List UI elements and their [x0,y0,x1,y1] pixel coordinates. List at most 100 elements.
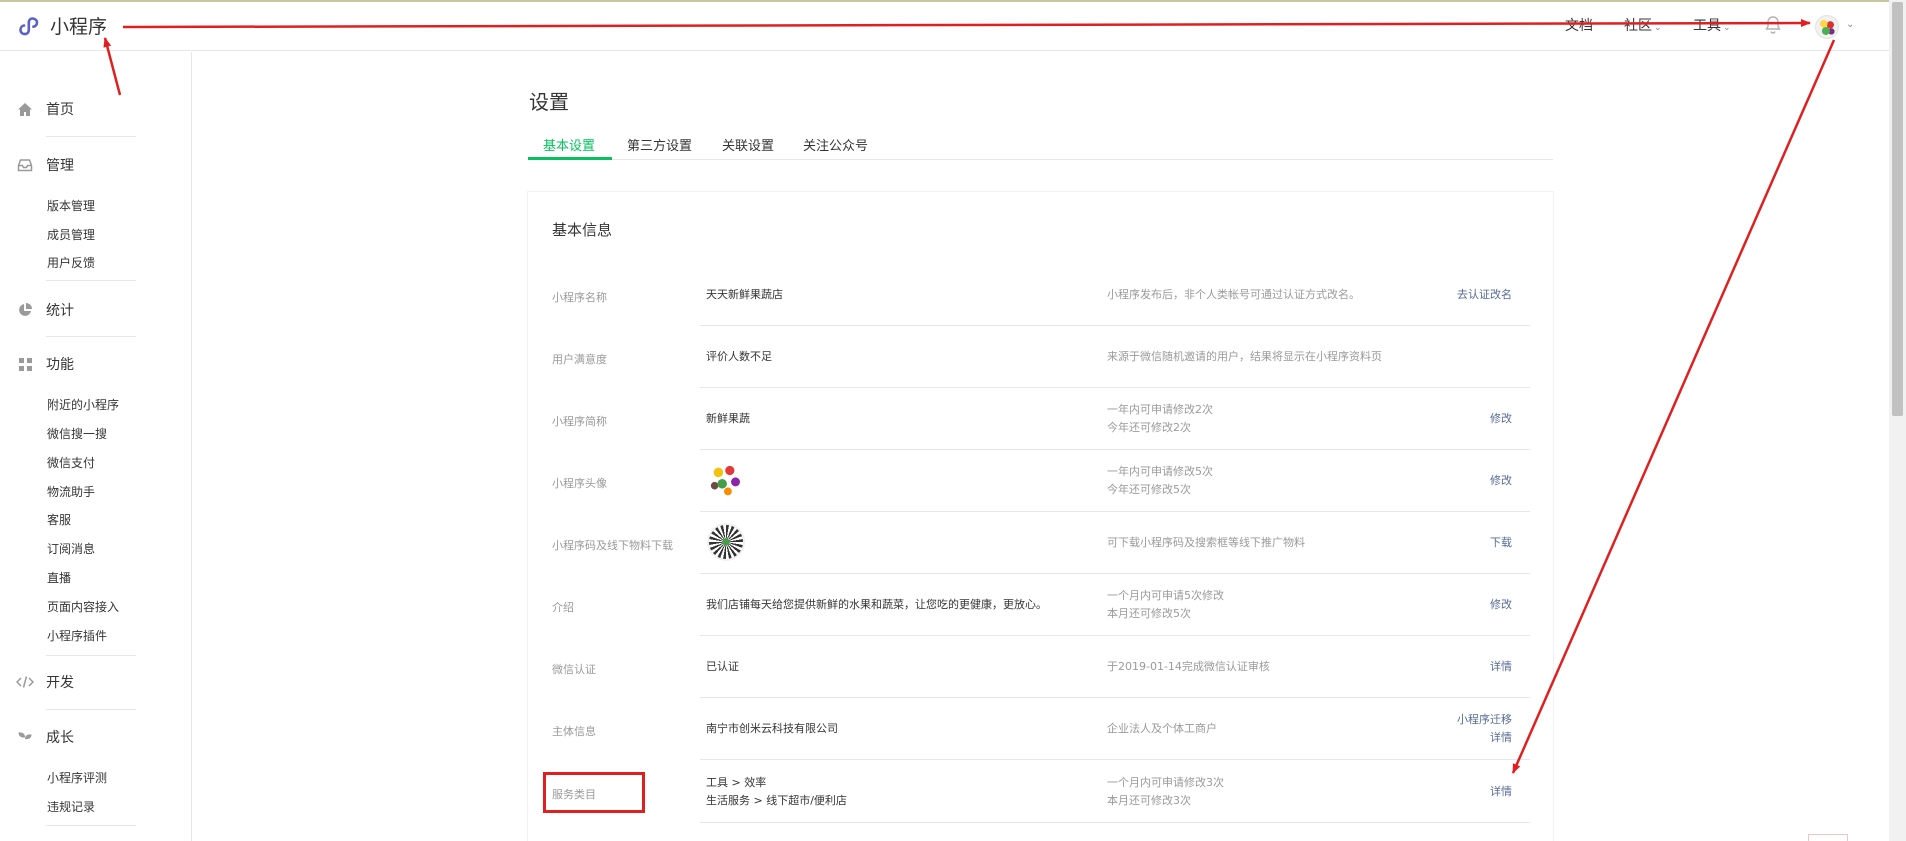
chevron-down-icon[interactable]: ⌄ [1846,19,1854,30]
nav-tools[interactable]: 工具 ⌄ [1693,15,1731,35]
row-divider [700,449,1530,450]
sidebar-item-version[interactable]: 版本管理 [47,197,95,214]
sidebar-item-evaluation[interactable]: 小程序评测 [47,769,107,786]
sidebar-item-nearby[interactable]: 附近的小程序 [47,396,119,413]
row-label-entity: 主体信息 [552,725,596,738]
sidebar-item-violations[interactable]: 违规记录 [47,798,95,815]
certify-rename-link[interactable]: 去认证改名 [1457,286,1512,304]
row-tip2-category: 本月还可修改3次 [1107,794,1191,807]
grid-icon [16,355,34,373]
corner-mark [1808,834,1848,841]
basic-info-card [528,192,1553,841]
sidebar-item-growth[interactable]: 成长 [0,722,192,752]
row-label-name: 小程序名称 [552,291,607,304]
sidebar-item-home[interactable]: 首页 [0,94,192,124]
row-value-entity: 南宁市创米云科技有限公司 [706,722,838,735]
row-divider [700,325,1530,326]
sidebar-divider [46,136,136,137]
edit-intro-link[interactable]: 修改 [1490,596,1512,614]
sidebar-item-subscribe[interactable]: 订阅消息 [47,540,95,557]
row-tip-qrcode: 可下载小程序码及搜索框等线下推广物料 [1107,536,1305,549]
code-icon [16,673,34,691]
row-divider [700,697,1530,698]
edit-short-name-link[interactable]: 修改 [1490,410,1512,428]
row-label-qrcode: 小程序码及线下物料下载 [552,539,673,552]
entity-details-link[interactable]: 详情 [1490,729,1512,747]
edit-avatar-link[interactable]: 修改 [1490,472,1512,490]
sidebar-divider [46,655,136,656]
sidebar-item-label: 功能 [46,357,74,373]
annotation-highlight-box [543,772,645,813]
sidebar-item-label: 成长 [46,730,74,746]
sidebar-item-feedback[interactable]: 用户反馈 [47,254,95,271]
row-tip-name: 小程序发布后，非个人类帐号可通过认证方式改名。 [1107,288,1360,301]
user-avatar[interactable] [1815,15,1839,39]
row-label-certification: 微信认证 [552,663,596,676]
scrollbar-thumb[interactable] [1892,2,1903,416]
sidebar-item-pay[interactable]: 微信支付 [47,454,95,471]
basic-info-title: 基本信息 [552,221,613,239]
row-label-avatar: 小程序头像 [552,477,607,490]
row-label-satisfaction: 用户满意度 [552,353,607,366]
sidebar-item-content[interactable]: 页面内容接入 [47,598,119,615]
category-details-link[interactable]: 详情 [1490,783,1512,801]
row-tip-intro: 一个月内可申请5次修改 [1107,589,1224,602]
row-divider [700,822,1530,823]
sidebar-item-manage[interactable]: 管理 [0,150,192,180]
active-tab-indicator [528,157,612,160]
download-link[interactable]: 下载 [1490,534,1512,552]
row-tip-category: 一个月内可申请修改3次 [1107,776,1224,789]
settings-tabs: 基本设置 第三方设置 关联设置 关注公众号 [528,128,1553,160]
row-divider [700,635,1530,636]
chevron-down-icon: ⌄ [1723,23,1731,33]
sidebar-item-members[interactable]: 成员管理 [47,226,95,243]
home-icon [16,100,34,118]
sidebar-item-label: 统计 [46,303,74,319]
chevron-down-icon: ⌄ [1654,23,1662,33]
row-value-category: 工具 > 效率 [706,776,767,789]
row-tip2-intro: 本月还可修改5次 [1107,607,1191,620]
bell-icon[interactable] [1764,15,1782,35]
certification-details-link[interactable]: 详情 [1490,658,1512,676]
sidebar-divider [46,280,136,281]
row-divider [700,759,1530,760]
tab-basic-settings[interactable]: 基本设置 [543,135,595,154]
nav-community-label: 社区 [1624,18,1652,34]
row-label-intro: 介绍 [552,601,574,614]
sidebar-divider [46,336,136,337]
row-tip-avatar: 一年内可申请修改5次 [1107,465,1213,478]
fruit-avatar-image [707,461,745,499]
sidebar-item-live[interactable]: 直播 [47,569,71,586]
row-divider [700,573,1530,574]
top-border-line [0,0,1906,2]
row-value-certification: 已认证 [706,660,739,673]
sidebar-item-plugin[interactable]: 小程序插件 [47,627,107,644]
sidebar-item-stats[interactable]: 统计 [0,295,192,325]
row-tip2-avatar: 今年还可修改5次 [1107,483,1191,496]
row-tip-certification: 于2019-01-14完成微信认证审核 [1107,660,1270,673]
top-bar: 小程序 文档 社区 ⌄ 工具 ⌄ ⌄ [0,0,1906,51]
nav-tools-label: 工具 [1693,18,1721,34]
sidebar-item-logistics[interactable]: 物流助手 [47,483,95,500]
row-value-satisfaction: 评价人数不足 [706,350,772,363]
tab-association-settings[interactable]: 关联设置 [722,135,774,154]
app-logo[interactable]: 小程序 [16,12,107,39]
sprout-icon [16,728,34,746]
row-value-short-name: 新鲜果蔬 [706,412,750,425]
tab-follow-official-account[interactable]: 关注公众号 [803,135,868,154]
sidebar-item-search[interactable]: 微信搜一搜 [47,425,107,442]
row-tip-entity: 企业法人及个体工商户 [1107,722,1217,735]
nav-docs[interactable]: 文档 [1565,15,1593,35]
row-value-name: 天天新鲜果蔬店 [706,288,783,301]
migrate-link[interactable]: 小程序迁移 [1457,711,1512,729]
row-tip-short-name: 一年内可申请修改2次 [1107,403,1213,416]
qr-code-image [707,523,745,561]
sidebar-item-label: 开发 [46,675,74,691]
sidebar-item-dev[interactable]: 开发 [0,667,192,697]
sidebar-item-features[interactable]: 功能 [0,349,192,379]
sidebar-item-service[interactable]: 客服 [47,511,71,528]
tab-third-party-settings[interactable]: 第三方设置 [627,135,692,154]
sidebar-item-label: 首页 [46,102,74,118]
nav-community[interactable]: 社区 ⌄ [1624,15,1662,35]
row-divider [700,387,1530,388]
